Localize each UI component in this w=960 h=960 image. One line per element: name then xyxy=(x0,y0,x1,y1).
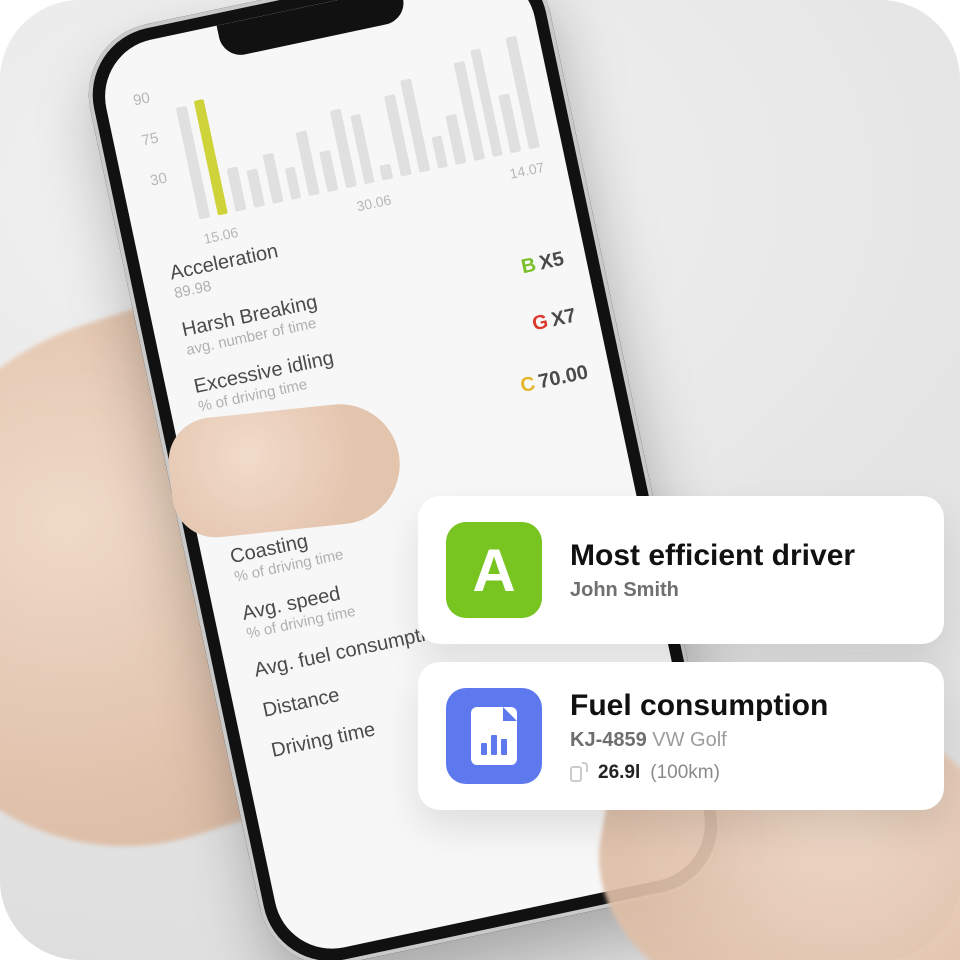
metric-title: Distance xyxy=(261,684,342,723)
score-grade: C xyxy=(518,372,537,397)
chart-bar[interactable] xyxy=(247,168,265,208)
vehicle-plate: KJ-4859 xyxy=(570,729,647,751)
x-tick: 15.06 xyxy=(202,224,240,247)
overlay-cards: A Most efficient driver John Smith Fuel … xyxy=(418,496,944,810)
grade-badge-a-icon: A xyxy=(446,522,542,618)
chart-bar[interactable] xyxy=(499,94,522,154)
y-tick: 30 xyxy=(149,170,169,190)
score-grade: B xyxy=(519,253,538,278)
card-most-efficient-driver[interactable]: A Most efficient driver John Smith xyxy=(418,496,944,644)
card-title: Fuel consumption xyxy=(570,689,916,723)
metric-score: GX7 xyxy=(530,304,578,336)
chart-bar[interactable] xyxy=(284,166,301,200)
metric-title: Driving time xyxy=(269,718,377,762)
metric-score: C70.00 xyxy=(518,361,590,398)
driver-name: John Smith xyxy=(570,579,916,602)
card-title: Most efficient driver xyxy=(570,539,916,573)
chart-bar[interactable] xyxy=(446,114,467,165)
x-tick: 30.06 xyxy=(355,191,393,214)
chart-bar[interactable] xyxy=(431,135,448,169)
y-tick: 75 xyxy=(140,129,160,149)
fuel-pump-icon xyxy=(570,762,588,784)
chart-y-axis: 90 75 30 xyxy=(132,89,169,189)
x-tick: 14.07 xyxy=(508,159,546,182)
vehicle-line: KJ-4859 VW Golf xyxy=(570,729,916,752)
grade-letter: A xyxy=(472,536,515,605)
score-value: X5 xyxy=(537,247,566,274)
fuel-value: 26.9l xyxy=(598,762,640,784)
score-value: X7 xyxy=(549,304,578,331)
product-visual: 90 75 30 15.06 30.06 14.07 Acceleration8… xyxy=(0,0,960,960)
chart-bar[interactable] xyxy=(296,131,320,196)
metric-score: BX5 xyxy=(519,247,566,278)
chart-bar[interactable] xyxy=(227,166,247,211)
chart-bars xyxy=(172,18,540,219)
chart-bar[interactable] xyxy=(319,150,338,192)
chart-bar[interactable] xyxy=(380,164,394,181)
chart-bar[interactable] xyxy=(262,153,283,204)
score-grade: G xyxy=(530,310,550,335)
score-value: 70.00 xyxy=(536,361,590,393)
file-chart-icon xyxy=(446,688,542,784)
fuel-value-line: 26.9l (100km) xyxy=(570,762,916,784)
vehicle-model: VW Golf xyxy=(652,729,726,751)
y-tick: 90 xyxy=(132,89,152,109)
card-fuel-consumption[interactable]: Fuel consumption KJ-4859 VW Golf 26.9l (… xyxy=(418,662,944,810)
fuel-per: (100km) xyxy=(650,762,720,784)
